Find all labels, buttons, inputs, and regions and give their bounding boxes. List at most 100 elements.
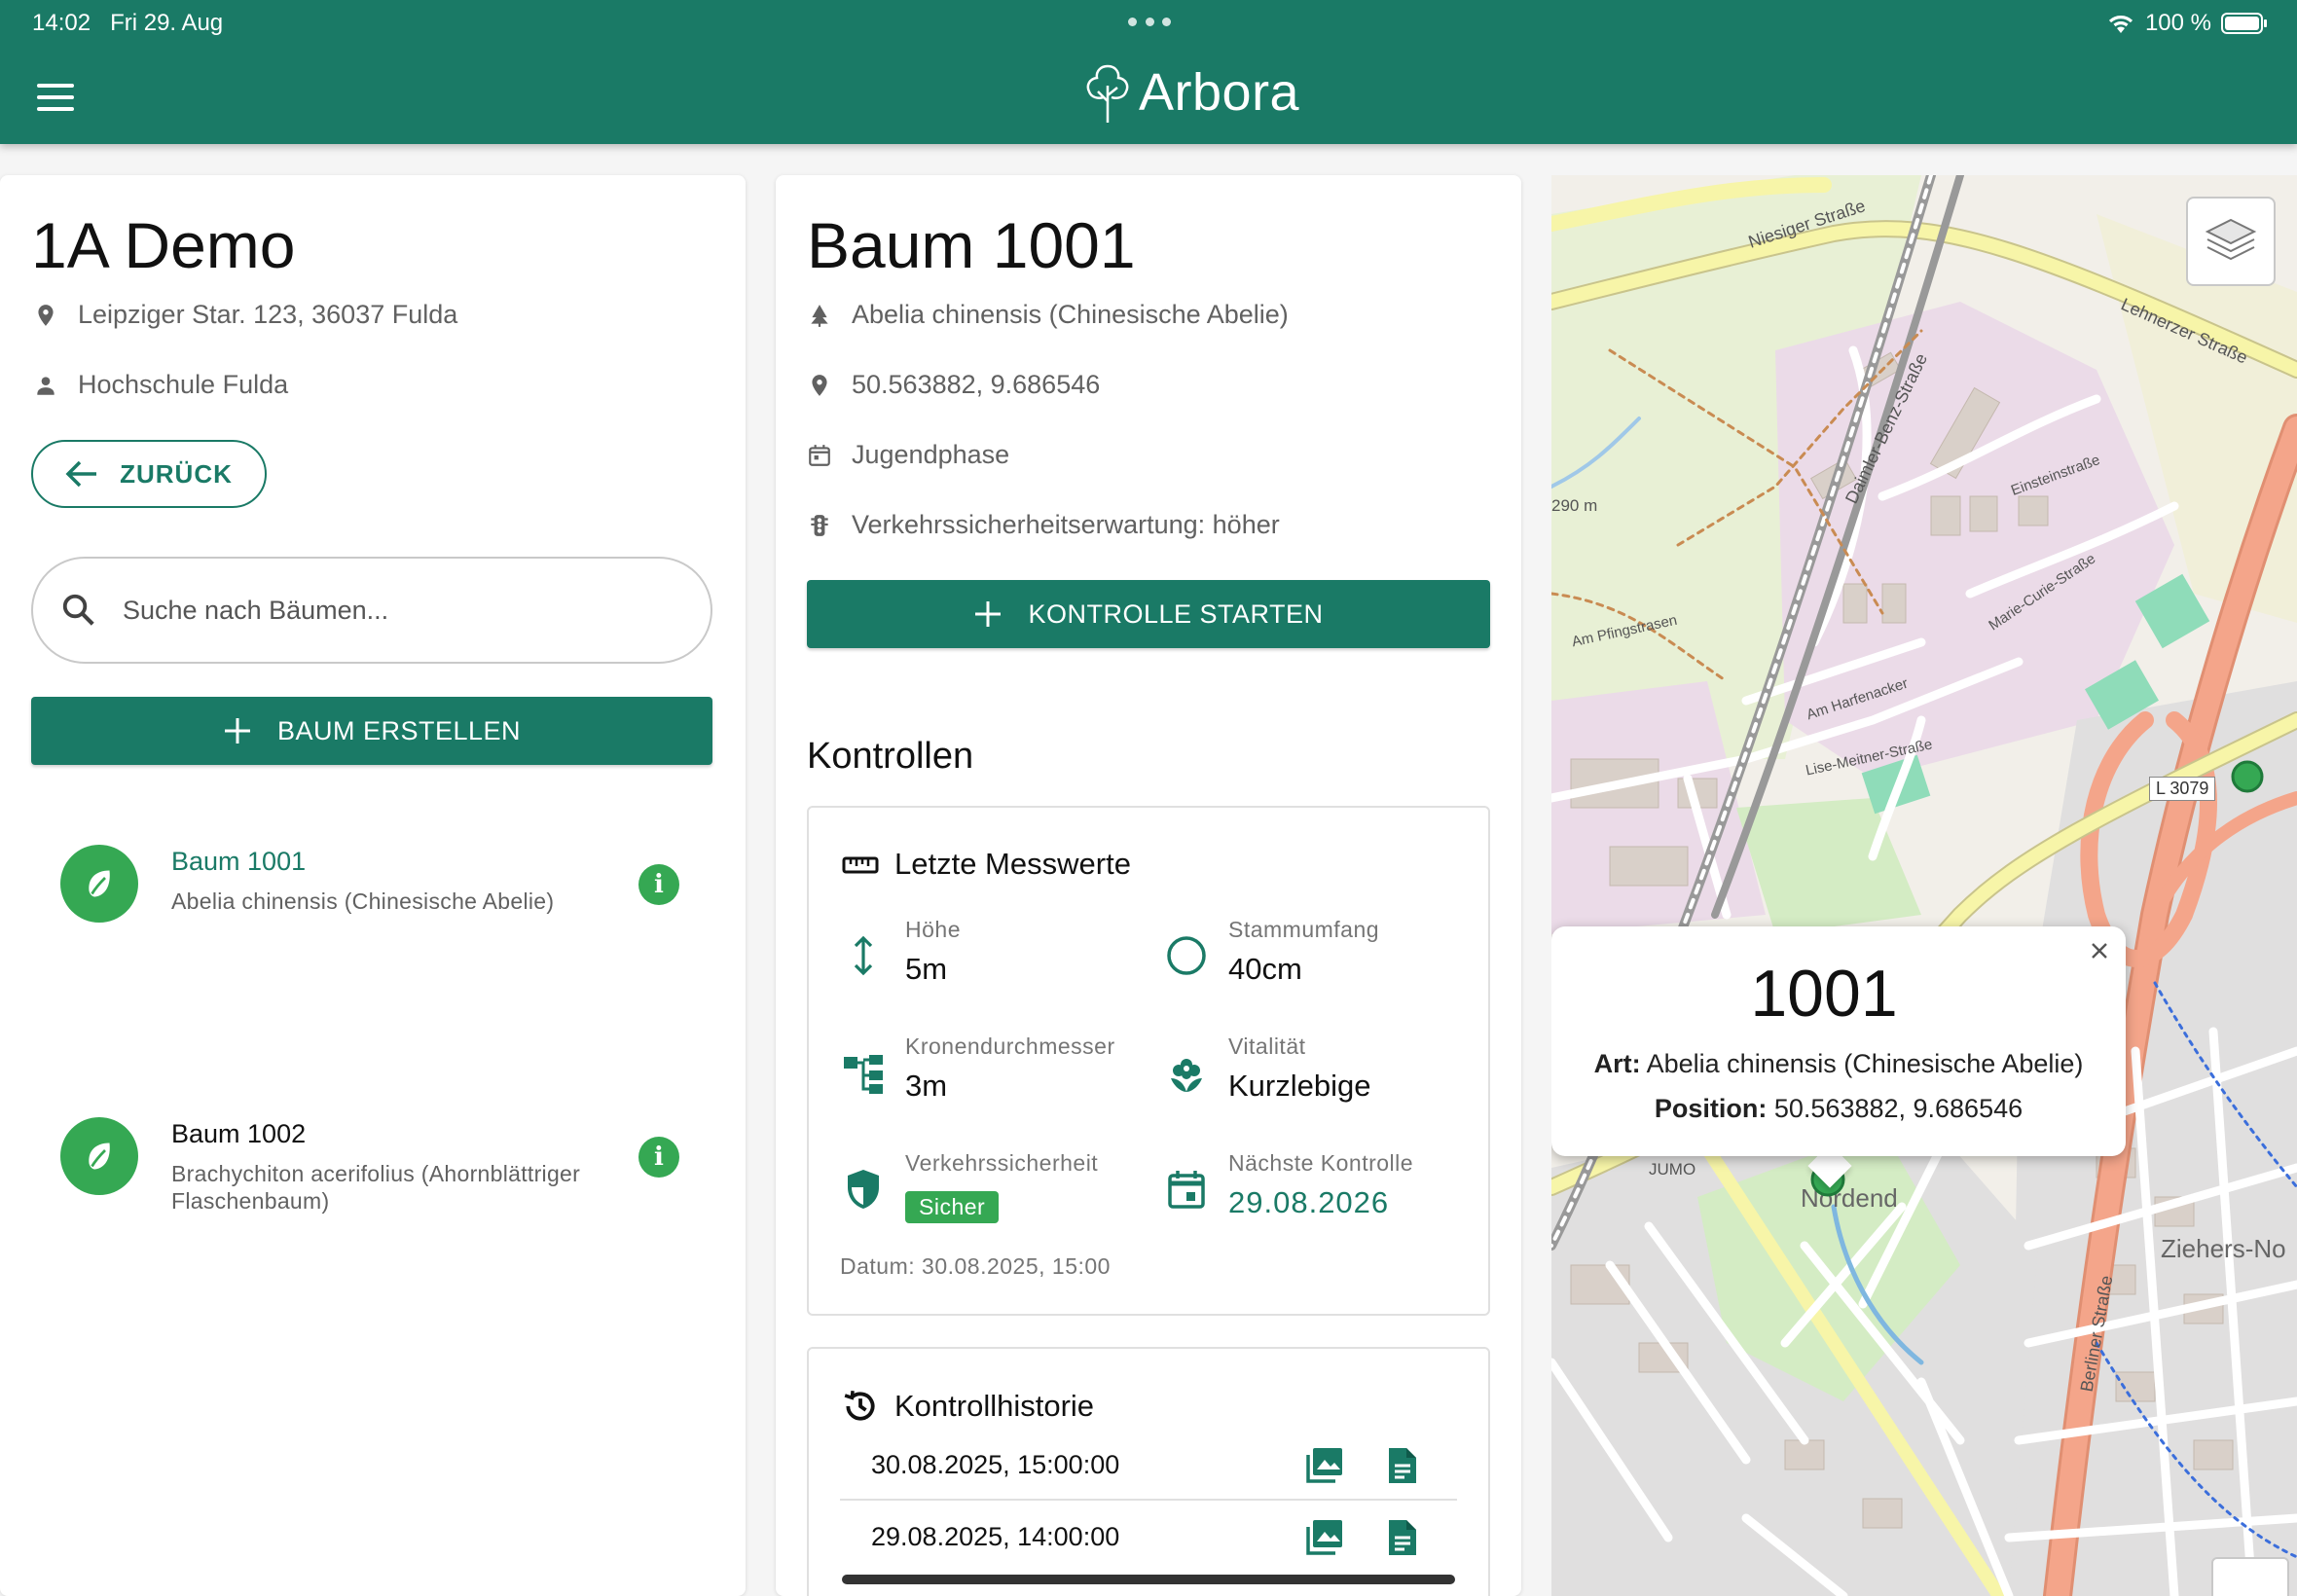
map-tree-marker[interactable] <box>2230 759 2265 794</box>
search-input[interactable] <box>123 595 668 626</box>
metric-label: Stammumfang <box>1228 917 1380 942</box>
map-road-sign: L 3079 <box>2149 777 2216 801</box>
tree-species: Brachychiton acerifolius (Ahornblättrige… <box>171 1161 581 1214</box>
measurement-date: Datum: 30.08.2025, 15:00 <box>840 1253 1111 1279</box>
metric-value: Kurzlebige <box>1228 1069 1371 1103</box>
traffic-light-icon <box>811 514 828 536</box>
status-right: 100 % <box>2106 10 2268 37</box>
metric-value: 40cm <box>1228 952 1302 986</box>
document-icon[interactable] <box>1381 1516 1424 1559</box>
tree-title: Baum 1001 <box>807 209 1136 281</box>
tree-phase: Jugendphase <box>852 440 1010 469</box>
wifi-icon <box>2108 16 2133 33</box>
map-district-label: Ziehers-No <box>2161 1234 2286 1263</box>
tree-phase-row: Jugendphase <box>807 440 1009 470</box>
tree-logo-icon <box>1086 64 1129 123</box>
leaf-icon <box>60 845 138 923</box>
info-icon[interactable]: i <box>638 1137 679 1178</box>
safety-badge: Sicher <box>905 1191 1000 1223</box>
tree-species-row: Abelia chinensis (Chinesische Abelie) <box>807 300 1289 330</box>
controls-title: Kontrollen <box>807 736 974 777</box>
map-elevation-label: 290 m <box>1551 496 1598 515</box>
control-history-header: Kontrollhistorie <box>842 1388 1094 1425</box>
history-date: 29.08.2025, 14:00:00 <box>871 1522 1120 1551</box>
horizontal-scrollbar[interactable] <box>842 1575 1455 1584</box>
metric-height: Höhe 5m <box>842 917 1153 1004</box>
history-row[interactable]: 29.08.2025, 14:00:00 <box>840 1501 1457 1573</box>
tree-name: Baum 1001 <box>171 847 307 876</box>
tree-species-text: Abelia chinensis (Chinesische Abelie) <box>852 300 1289 329</box>
tree-list-item[interactable]: Baum 1001 Abelia chinensis (Chinesische … <box>60 845 683 942</box>
person-icon <box>37 376 55 395</box>
app-logo: Arbora <box>1080 60 1299 125</box>
calendar-icon <box>809 444 830 466</box>
tree-safety-expectation: Verkehrssicherheitserwartung: höher <box>852 510 1280 539</box>
latest-measurements-panel: Letzte Messwerte Höhe 5m Stammumfang 40c… <box>807 806 1490 1316</box>
start-control-button[interactable]: KONTROLLE STARTEN <box>807 580 1490 648</box>
metric-value: 5m <box>905 952 948 986</box>
location-pin-icon <box>812 374 827 396</box>
project-address: Leipziger Star. 123, 36037 Fulda <box>78 300 458 329</box>
back-button-label: ZURÜCK <box>120 458 233 489</box>
circle-icon <box>1165 934 1208 977</box>
control-history-panel: Kontrollhistorie 30.08.2025, 15:00:00 29… <box>807 1347 1490 1596</box>
tree-search[interactable] <box>31 557 712 664</box>
project-panel: 1A Demo Leipziger Star. 123, 36037 Fulda… <box>0 175 746 1596</box>
info-icon[interactable]: i <box>638 864 679 905</box>
arrow-left-icon <box>65 460 97 488</box>
map-tiles <box>1551 175 2297 1596</box>
history-icon <box>844 1390 875 1421</box>
tree-safety-row: Verkehrssicherheitserwartung: höher <box>807 510 1280 540</box>
project-title: 1A Demo <box>31 209 296 281</box>
metric-label: Höhe <box>905 917 961 942</box>
shield-icon <box>842 1168 885 1211</box>
status-time: 14:02 Fri 29. Aug <box>32 10 223 37</box>
leaf-icon <box>60 1117 138 1195</box>
latest-measurements-title: Letzte Messwerte <box>894 847 1131 881</box>
tree-detail-panel: Baum 1001 Abelia chinensis (Chinesische … <box>776 175 1521 1596</box>
search-icon <box>62 594 94 626</box>
height-arrows-icon <box>842 934 885 977</box>
battery-icon <box>2221 13 2267 34</box>
popup-art-label: Art: <box>1593 1049 1641 1078</box>
metric-next-control: Nächste Kontrolle 29.08.2026 <box>1165 1150 1477 1238</box>
metric-label: Vitalität <box>1228 1034 1306 1059</box>
metric-crown: Kronendurchmesser 3m <box>842 1034 1153 1121</box>
control-history-title: Kontrollhistorie <box>894 1389 1095 1423</box>
popup-position-value: 50.563882, 9.686546 <box>1773 1094 2024 1123</box>
tree-map[interactable]: Niesiger Straße Lehnerzer Straße Daimler… <box>1551 175 2297 1596</box>
flower-icon <box>1165 1051 1208 1094</box>
tree-coords: 50.563882, 9.686546 <box>852 370 1101 399</box>
location-pin-icon <box>38 304 54 326</box>
metric-vitality: Vitalität Kurzlebige <box>1165 1034 1477 1121</box>
photos-icon[interactable] <box>1303 1444 1346 1487</box>
status-date: Fri 29. Aug <box>110 10 224 36</box>
status-clock: 14:02 <box>32 10 91 36</box>
history-row[interactable]: 30.08.2025, 15:00:00 <box>840 1429 1457 1501</box>
back-button[interactable]: ZURÜCK <box>31 440 267 508</box>
popup-art-value: Abelia chinensis (Chinesische Abelie) <box>1646 1049 2084 1078</box>
photos-icon[interactable] <box>1303 1516 1346 1559</box>
tree-name: Baum 1002 <box>171 1119 307 1148</box>
plus-icon <box>224 718 250 744</box>
create-tree-button[interactable]: BAUM ERSTELLEN <box>31 697 712 765</box>
zoom-in-button[interactable] <box>2211 1557 2289 1596</box>
popup-position-label: Position: <box>1654 1094 1768 1123</box>
tree-list-item[interactable]: Baum 1002 Brachychiton acerifolius (Ahor… <box>60 1117 683 1215</box>
popup-position: Position: 50.563882, 9.686546 <box>1551 1094 2126 1124</box>
document-icon[interactable] <box>1381 1444 1424 1487</box>
ruler-icon <box>842 856 879 874</box>
layers-icon[interactable] <box>2186 197 2276 286</box>
map-poi-label: JUMO <box>1649 1160 1696 1179</box>
project-address-row: Leipziger Star. 123, 36037 Fulda <box>33 300 457 330</box>
metric-label: Kronendurchmesser <box>905 1034 1115 1059</box>
create-tree-label: BAUM ERSTELLEN <box>276 715 522 745</box>
hierarchy-icon <box>842 1051 885 1094</box>
map-popup: 1001 Art: Abelia chinensis (Chinesische … <box>1551 926 2126 1156</box>
multitask-dots-icon[interactable] <box>1128 18 1171 27</box>
history-date: 30.08.2025, 15:00:00 <box>871 1450 1120 1479</box>
tree-coords-row: 50.563882, 9.686546 <box>807 370 1100 400</box>
metric-value: 29.08.2026 <box>1228 1185 1390 1219</box>
calendar-event-icon <box>1165 1168 1208 1211</box>
menu-icon[interactable] <box>37 84 74 111</box>
